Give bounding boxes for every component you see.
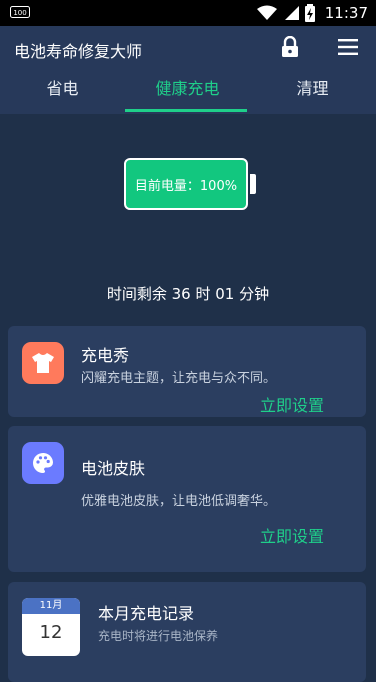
status-time: 11:37 bbox=[324, 4, 368, 22]
battery-charging-icon bbox=[304, 4, 315, 22]
card-title: 充电秀 bbox=[81, 346, 130, 365]
calendar-day: 12 bbox=[39, 622, 63, 643]
tab-clean[interactable]: 清理 bbox=[250, 74, 375, 114]
card-description: 充电时将进行电池保养 bbox=[98, 629, 219, 643]
calendar-month: 11月 bbox=[22, 598, 80, 614]
wifi-icon bbox=[256, 5, 277, 20]
tab-healthy-charging[interactable]: 健康充电 bbox=[125, 74, 250, 114]
card-description: 优雅电池皮肤，让电池低调奢华。 bbox=[81, 494, 277, 509]
monthly-charging-record-card[interactable]: 11月 12 本月充电记录 充电时将进行电池保养 bbox=[8, 582, 366, 682]
signal-icon bbox=[284, 6, 299, 20]
menu-icon[interactable] bbox=[338, 39, 358, 55]
tab-save-power[interactable]: 省电 bbox=[0, 74, 125, 114]
lock-icon[interactable] bbox=[280, 36, 300, 58]
charging-show-card[interactable]: 充电秀 闪耀充电主题，让充电与众不同。 立即设置 bbox=[8, 326, 366, 417]
calendar-icon: 11月 12 bbox=[22, 598, 80, 656]
set-now-button[interactable]: 立即设置 bbox=[260, 523, 324, 547]
badge-text: 100 bbox=[13, 9, 26, 17]
battery-cap bbox=[250, 174, 256, 194]
time-remaining: 时间剩余 36 时 01 分钟 bbox=[106, 285, 270, 303]
battery-skin-card[interactable]: 电池皮肤 优雅电池皮肤，让电池低调奢华。 立即设置 bbox=[8, 426, 366, 572]
palette-icon bbox=[22, 442, 64, 484]
app-header: 电池寿命修复大师 省电 健康充电 清理 bbox=[0, 26, 376, 114]
status-bar: 100 11:37 bbox=[0, 0, 376, 26]
card-title: 本月充电记录 bbox=[98, 604, 195, 623]
app-title: 电池寿命修复大师 bbox=[14, 42, 143, 61]
tab-bar: 省电 健康充电 清理 bbox=[0, 74, 376, 114]
set-now-button[interactable]: 立即设置 bbox=[260, 392, 324, 416]
battery-level-label: 目前电量：100% bbox=[134, 178, 238, 194]
notification-badge-icon: 100 bbox=[10, 6, 30, 18]
battery-level-indicator: 目前电量：100% bbox=[124, 158, 248, 210]
card-title: 电池皮肤 bbox=[81, 459, 146, 478]
tshirt-icon bbox=[22, 342, 64, 384]
card-description: 闪耀充电主题，让充电与众不同。 bbox=[81, 371, 277, 386]
